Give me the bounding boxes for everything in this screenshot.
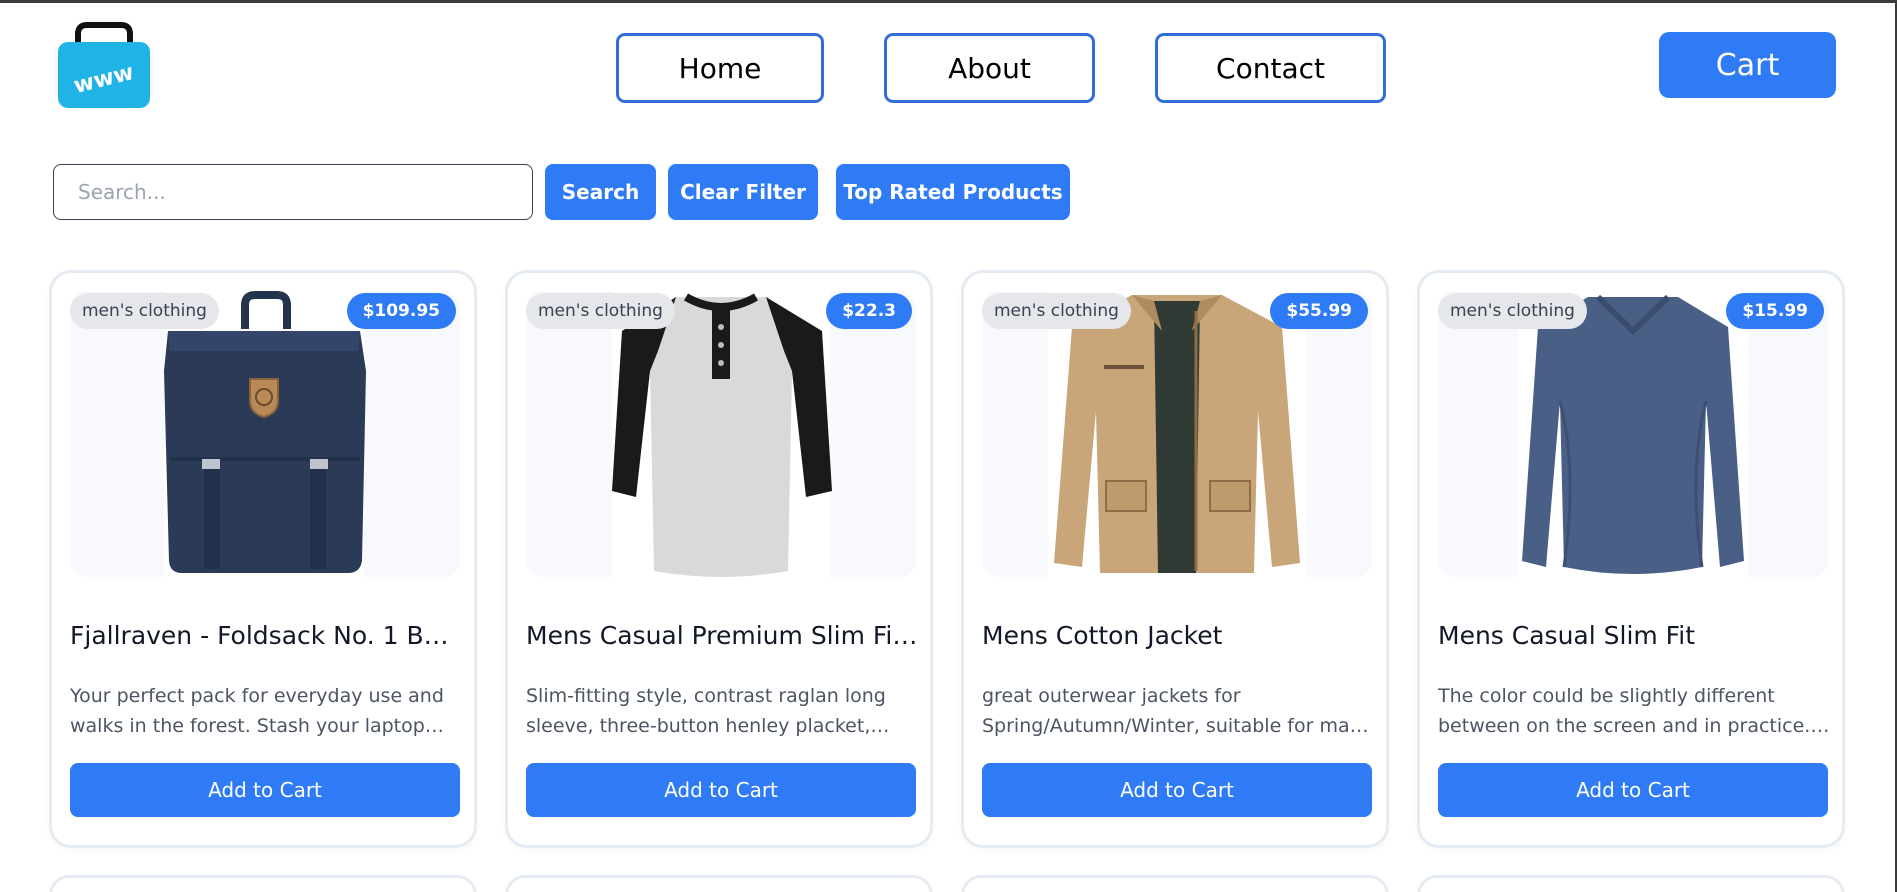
product-image-henley[interactable] xyxy=(526,291,916,577)
window-top-border xyxy=(0,0,1897,3)
clear-filter-button[interactable]: Clear Filter xyxy=(668,164,818,220)
add-to-cart-button[interactable]: Add to Cart xyxy=(70,763,460,817)
nav-contact-button[interactable]: Contact xyxy=(1155,33,1386,103)
product-description: Your perfect pack for everyday use and w… xyxy=(70,685,444,737)
price-badge: $55.99 xyxy=(1270,293,1368,329)
shopping-bag-icon: www xyxy=(58,22,150,108)
logo[interactable]: www xyxy=(58,22,150,108)
category-badge: men's clothing xyxy=(70,293,219,329)
product-card: men's clothing $15.99 Mens Casual Slim F… xyxy=(1417,270,1845,848)
product-card: men's clothing $109.95 Fjallraven - Fold… xyxy=(49,270,477,848)
add-to-cart-button[interactable]: Add to Cart xyxy=(982,763,1372,817)
category-badge: men's clothing xyxy=(1438,293,1587,329)
search-input[interactable] xyxy=(53,164,533,220)
cotton-jacket-image xyxy=(1048,291,1306,577)
price-badge: $22.3 xyxy=(826,293,912,329)
top-rated-products-button[interactable]: Top Rated Products xyxy=(836,164,1070,220)
add-to-cart-button[interactable]: Add to Cart xyxy=(526,763,916,817)
product-description: great outerwear jackets for Spring/Autum… xyxy=(982,685,1373,737)
category-badge: men's clothing xyxy=(982,293,1131,329)
product-description: Slim-fitting style, contrast raglan long… xyxy=(526,685,886,737)
price-badge: $109.95 xyxy=(346,293,456,329)
henley-shirt-image xyxy=(612,291,832,577)
add-to-cart-button[interactable]: Add to Cart xyxy=(1438,763,1828,817)
cart-button[interactable]: Cart xyxy=(1659,32,1836,98)
product-card: men's clothing $55.99 Mens Cotton Jacket… xyxy=(961,270,1389,848)
product-image-slim-fit[interactable] xyxy=(1438,291,1828,577)
product-card: men's clothing $22.3 Mens Casual Premium… xyxy=(505,270,933,848)
product-title[interactable]: Mens Cotton Jacket xyxy=(982,621,1374,650)
product-title[interactable]: Fjallraven - Foldsack No. 1 Backpack, Fi… xyxy=(70,621,462,650)
product-title[interactable]: Mens Casual Premium Slim Fit T-Shirts xyxy=(526,621,918,650)
category-badge: men's clothing xyxy=(526,293,675,329)
product-title[interactable]: Mens Casual Slim Fit xyxy=(1438,621,1830,650)
slim-fit-shirt-image xyxy=(1518,291,1748,577)
nav-about-button[interactable]: About xyxy=(884,33,1095,103)
product-card-partial xyxy=(49,875,477,892)
product-image-jacket[interactable] xyxy=(982,291,1372,577)
product-card-partial xyxy=(505,875,933,892)
product-image-backpack[interactable] xyxy=(70,291,460,577)
nav-home-button[interactable]: Home xyxy=(616,33,824,103)
backpack-image xyxy=(164,291,366,577)
search-button[interactable]: Search xyxy=(545,164,656,220)
price-badge: $15.99 xyxy=(1726,293,1824,329)
product-card-partial xyxy=(1417,875,1845,892)
product-card-partial xyxy=(961,875,1389,892)
product-description: The color could be slightly different be… xyxy=(1438,685,1823,737)
